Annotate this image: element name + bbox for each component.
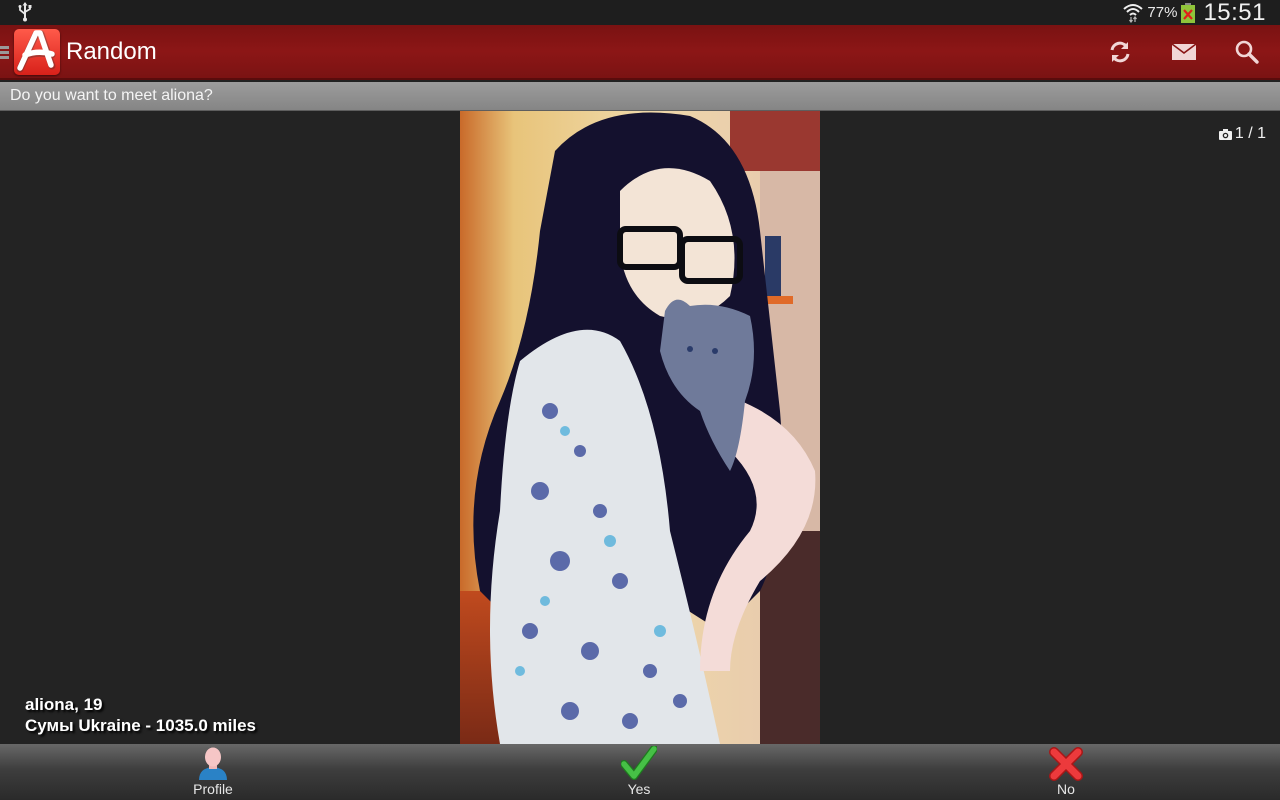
mail-icon [1171, 43, 1197, 60]
no-button[interactable]: No [966, 744, 1166, 800]
yes-label: Yes [627, 781, 651, 797]
app-logo[interactable] [14, 29, 60, 75]
cross-icon [1049, 747, 1083, 781]
search-button[interactable] [1230, 35, 1264, 69]
photo-counter-text: 1 / 1 [1234, 125, 1266, 142]
profile-label: Profile [193, 781, 233, 797]
profile-button[interactable]: Profile [113, 744, 313, 800]
profile-location: Сумы Ukraine - 1035.0 miles [25, 716, 256, 735]
profile-photo[interactable] [460, 111, 820, 744]
clock: 15:51 [1203, 0, 1266, 26]
camera-icon [1218, 128, 1232, 140]
no-label: No [1057, 781, 1075, 797]
battery-percent: 77% [1147, 4, 1178, 21]
bottom-action-bar: Profile Yes No [0, 744, 1280, 800]
status-bar: 77% 15:51 [0, 0, 1280, 26]
page-title: Random [66, 38, 157, 65]
profile-card: 1 / 1 aliona, 19 Сумы Ukraine - 1035.0 m… [0, 111, 1280, 744]
meet-prompt: Do you want to meet aliona? [10, 87, 213, 104]
profile-name-age: aliona, 19 [25, 695, 103, 714]
checkmark-icon [621, 746, 657, 780]
search-icon [1235, 40, 1259, 64]
profile-person-icon [199, 747, 227, 780]
refresh-icon [1110, 41, 1130, 63]
app-logo-a-icon [16, 30, 56, 73]
drawer-menu-icon[interactable] [0, 46, 9, 59]
photo-counter: 1 / 1 [1218, 125, 1266, 143]
profile-photo-image [460, 111, 820, 744]
yes-button[interactable]: Yes [539, 744, 739, 800]
wifi-icon [1123, 3, 1144, 23]
action-bar: Random [0, 25, 1280, 80]
refresh-button[interactable] [1103, 35, 1137, 69]
usb-icon [18, 2, 32, 22]
messages-button[interactable] [1167, 35, 1201, 69]
battery-charging-icon [1181, 2, 1196, 23]
profile-info: aliona, 19 Сумы Ukraine - 1035.0 miles [25, 694, 256, 736]
prompt-bar: Do you want to meet aliona? [0, 82, 1280, 111]
